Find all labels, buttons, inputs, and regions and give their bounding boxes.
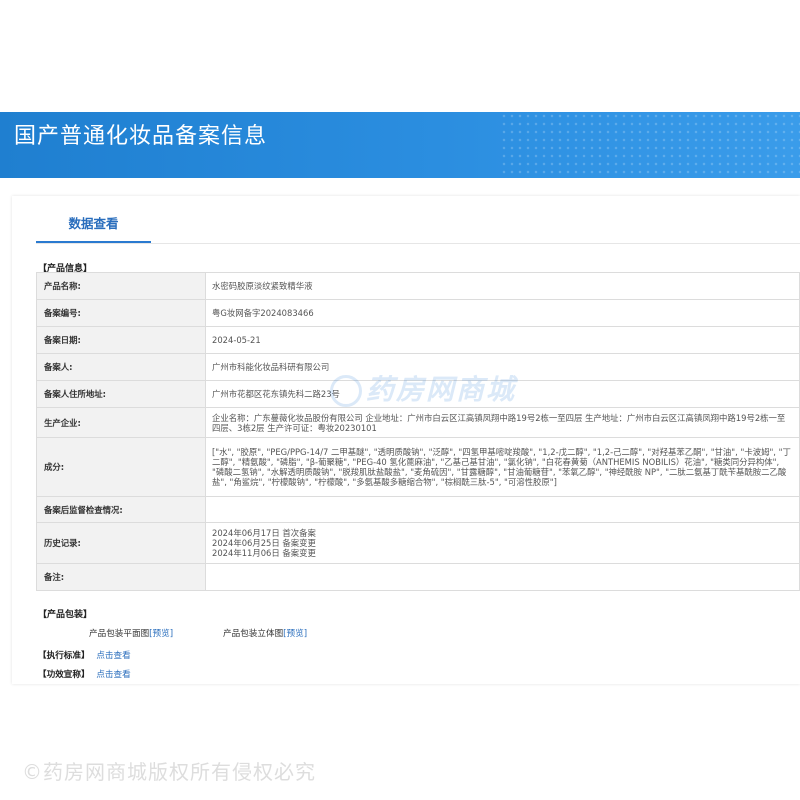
history-value: 2024年06月17日 首次备案 2024年06月25日 备案变更 2024年1… (205, 522, 800, 564)
page-title: 国产普通化妆品备案信息 (14, 124, 268, 149)
efficacy-row: 【功效宣称】 点击查看 (38, 668, 131, 680)
row-label: 备注: (36, 563, 206, 591)
package-solid-item: 产品包装立体图[预览] (223, 627, 307, 639)
standard-row: 【执行标准】 点击查看 (38, 649, 131, 661)
record-date-value: 2024-05-21 (205, 326, 800, 354)
row-label: 备案日期: (36, 326, 206, 354)
standard-view-link[interactable]: 点击查看 (96, 651, 130, 661)
watermark-bottom: ©药房网商城版权所有侵权必究 (22, 760, 316, 784)
row-label: 备案编号: (36, 299, 206, 327)
history-entry: 2024年06月25日 备案变更 (212, 538, 316, 548)
table-row: 历史记录: 2024年06月17日 首次备案 2024年06月25日 备案变更 … (36, 522, 800, 564)
table-row: 成分: ["水", "胶原", "PEG/PPG-14/7 二甲基醚", "透明… (36, 437, 800, 497)
package-flat-label: 产品包装平面图 (89, 629, 150, 639)
row-label: 产品名称: (36, 272, 206, 300)
row-label: 成分: (36, 437, 206, 497)
package-solid-preview-link[interactable]: [预览] (283, 629, 307, 639)
history-entry: 2024年11月06日 备案变更 (212, 548, 316, 558)
product-name-value: 水密码胶原淡纹紧致精华液 (205, 272, 800, 300)
table-row: 备案日期: 2024-05-21 (36, 326, 800, 354)
record-number-value: 粤G妆网备字2024083466 (205, 299, 800, 327)
banner-pattern (500, 112, 800, 178)
table-row: 生产企业: 企业名称：广东蔓薇化妆品股份有限公司 企业地址：广州市白云区江高镇凤… (36, 407, 800, 438)
row-label: 备案人: (36, 353, 206, 381)
row-label: 历史记录: (36, 522, 206, 564)
tab-divider (36, 243, 800, 244)
package-flat-preview-link[interactable]: [预览] (149, 629, 173, 639)
table-row: 备案后监督检查情况: (36, 496, 800, 523)
watermark-logo-icon (330, 375, 362, 407)
row-label: 生产企业: (36, 407, 206, 438)
table-row: 备案编号: 粤G妆网备字2024083466 (36, 299, 800, 327)
standard-label: 【执行标准】 (38, 651, 90, 661)
efficacy-label: 【功效宣称】 (38, 670, 90, 680)
supervision-value (205, 496, 800, 523)
product-info-table: 产品名称: 水密码胶原淡纹紧致精华液 备案编号: 粤G妆网备字202408346… (36, 272, 800, 591)
row-label: 备案后监督检查情况: (36, 496, 206, 523)
tab-data-view[interactable]: 数据查看 (36, 213, 151, 241)
package-solid-label: 产品包装立体图 (223, 629, 284, 639)
table-row: 产品名称: 水密码胶原淡纹紧致精华液 (36, 272, 800, 300)
row-label: 备案人住所地址: (36, 380, 206, 408)
manufacturer-value: 企业名称：广东蔓薇化妆品股份有限公司 企业地址：广州市白云区江高镇凤翔中路19号… (205, 407, 800, 438)
section-title-packaging: 【产品包装】 (38, 610, 93, 620)
watermark-center: 药房网商城 (330, 368, 516, 408)
efficacy-view-link[interactable]: 点击查看 (96, 670, 130, 680)
remark-value (205, 563, 800, 591)
table-row: 备注: (36, 563, 800, 591)
history-entry: 2024年06月17日 首次备案 (212, 528, 316, 538)
ingredients-value: ["水", "胶原", "PEG/PPG-14/7 二甲基醚", "透明质酸钠"… (205, 437, 800, 497)
package-flat-item: 产品包装平面图[预览] (89, 627, 173, 639)
watermark-center-text: 药房网商城 (366, 373, 517, 406)
